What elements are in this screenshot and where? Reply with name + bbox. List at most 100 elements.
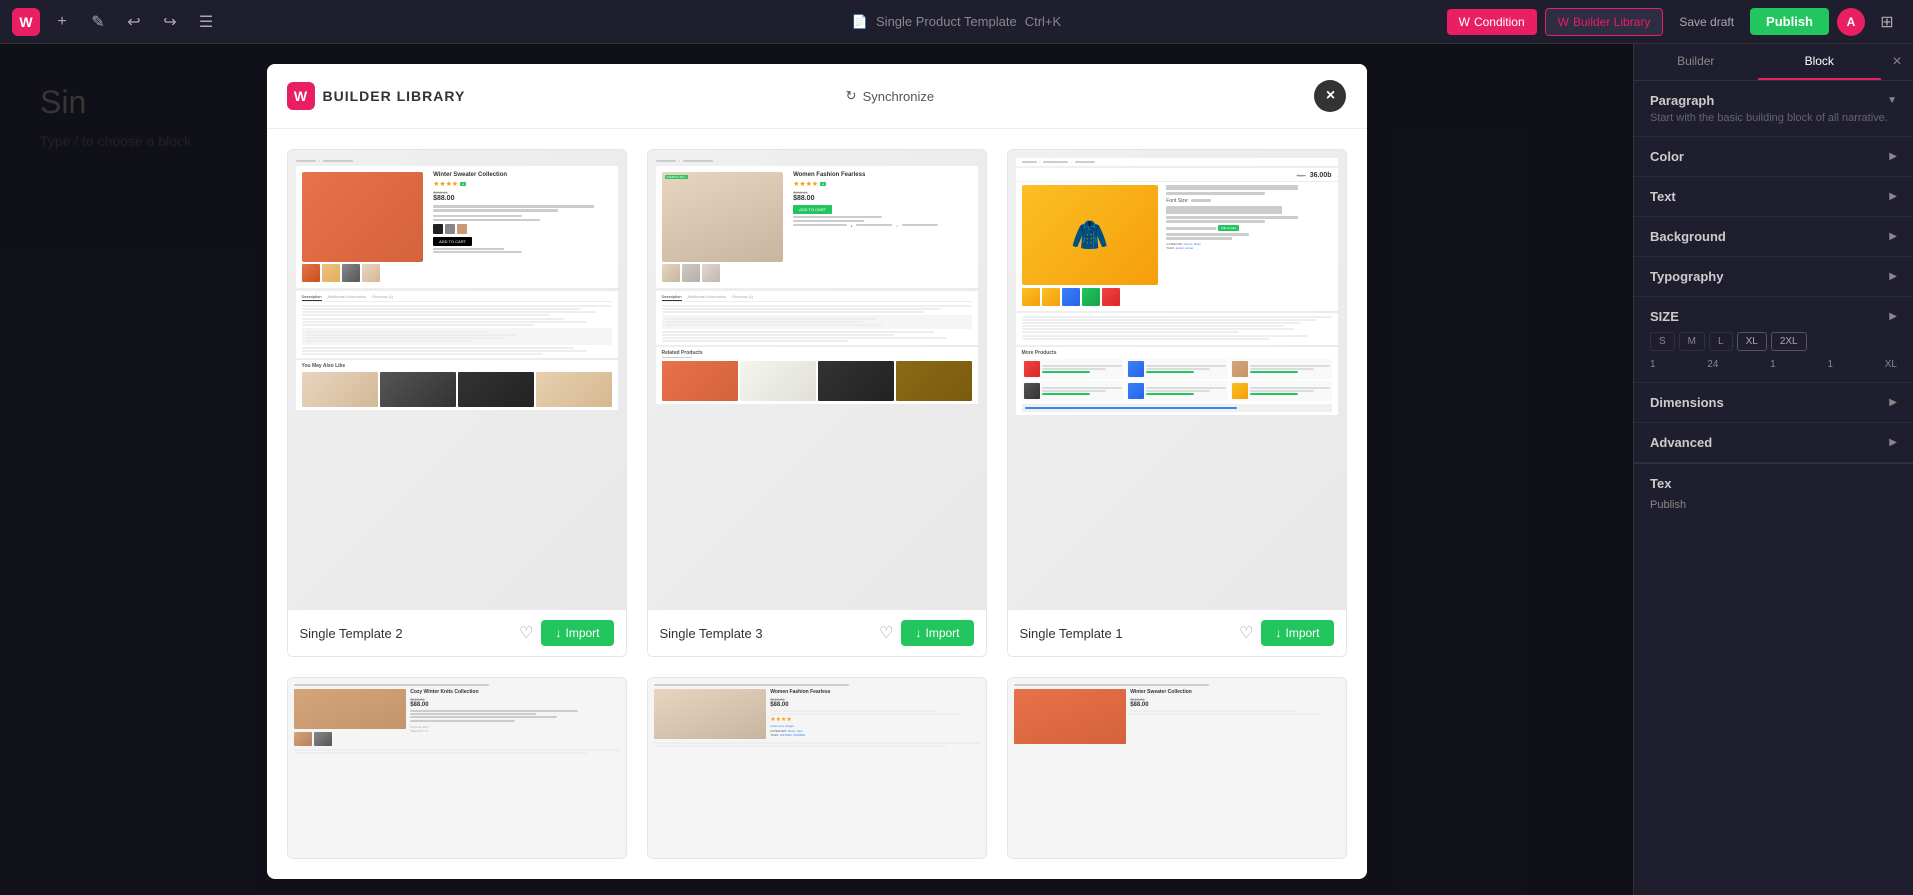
woo-icon-2: W: [1558, 15, 1569, 29]
background-title: Background: [1650, 229, 1726, 244]
dimensions-section-header[interactable]: Dimensions ▶: [1650, 395, 1897, 410]
template-footer-1: Single Template 1 ♡ ↓ Import: [1008, 610, 1346, 656]
sync-icon: ↻: [846, 88, 857, 104]
size-xl[interactable]: XL: [1737, 332, 1767, 351]
modal-logo: W BUILDER LIBRARY: [287, 82, 466, 110]
avatar[interactable]: A: [1837, 8, 1865, 36]
main-area: Sin Type / to choose a block W BUILDER L…: [0, 44, 1913, 895]
modal-body[interactable]: /: [267, 129, 1367, 879]
size-section: SIZE ▶ S M L XL 2XL 1 24 1 1 XL: [1634, 297, 1913, 383]
template-card-4: Cozy Winter Knits Collection $100.00 $88…: [287, 677, 627, 859]
dimensions-title: Dimensions: [1650, 395, 1724, 410]
text-title: Text: [1650, 189, 1676, 204]
size-2xl[interactable]: 2XL: [1771, 332, 1807, 351]
template-preview-4: Cozy Winter Knits Collection $100.00 $88…: [288, 678, 626, 858]
builder-library-button[interactable]: W Builder Library: [1545, 8, 1664, 36]
template-preview-mock-3: / SAMPLE SKU: [648, 150, 986, 610]
typography-section: Typography ▶: [1634, 257, 1913, 297]
modal-logo-text: BUILDER LIBRARY: [323, 88, 466, 104]
favorite-button-3[interactable]: ♡: [879, 623, 893, 643]
tex-content: Publish: [1650, 499, 1897, 511]
advanced-section-header[interactable]: Advanced ▶: [1650, 435, 1897, 450]
shortcut-badge: Ctrl+K: [1025, 14, 1061, 29]
template-footer-3: Single Template 3 ♡ ↓ Import: [648, 610, 986, 656]
redo-button[interactable]: ↪: [156, 8, 184, 36]
typography-section-header[interactable]: Typography ▶: [1650, 269, 1897, 284]
template-name-3: Single Template 3: [660, 626, 763, 641]
background-section-header[interactable]: Background ▶: [1650, 229, 1897, 244]
color-title: Color: [1650, 149, 1684, 164]
undo-button[interactable]: ↩: [120, 8, 148, 36]
builder-library-modal: W BUILDER LIBRARY ↻ Synchronize ×: [267, 64, 1367, 879]
advanced-expand-icon: ▶: [1889, 437, 1897, 448]
import-icon-2: ↓: [555, 626, 561, 640]
color-expand-icon: ▶: [1889, 151, 1897, 162]
size-section-header[interactable]: SIZE ▶: [1650, 309, 1897, 324]
publish-button[interactable]: Publish: [1750, 8, 1829, 35]
tex-title: Tex: [1650, 476, 1897, 491]
template-actions-2: ♡ ↓ Import: [519, 620, 613, 646]
woo-icon: W: [1459, 15, 1470, 29]
import-button-1[interactable]: ↓ Import: [1261, 620, 1333, 646]
import-button-2[interactable]: ↓ Import: [541, 620, 613, 646]
modal-logo-icon: W: [287, 82, 315, 110]
tab-block[interactable]: Block: [1758, 44, 1882, 80]
template-card-3: / SAMPLE SKU: [647, 149, 987, 657]
typography-title: Typography: [1650, 269, 1723, 284]
layout-toggle-icon[interactable]: ⊞: [1873, 8, 1901, 36]
template-preview-5: Women Fashion Fearless $100.00 $88.00 ★★…: [648, 678, 986, 858]
import-icon-1: ↓: [1275, 626, 1281, 640]
template-preview-2: /: [288, 150, 626, 610]
paragraph-title: Paragraph: [1650, 93, 1714, 108]
menu-icon[interactable]: ☰: [192, 8, 220, 36]
tex-section: Tex Publish: [1634, 463, 1913, 523]
template-card-1: / / Sale: 36.00b: [1007, 149, 1347, 657]
tab-builder[interactable]: Builder: [1634, 44, 1758, 80]
typography-expand-icon: ▶: [1889, 271, 1897, 282]
add-button[interactable]: +: [48, 8, 76, 36]
page-title: Single Product Template: [876, 14, 1017, 29]
save-draft-button[interactable]: Save draft: [1671, 9, 1742, 35]
favorite-button-2[interactable]: ♡: [519, 623, 533, 643]
template-name-2: Single Template 2: [300, 626, 403, 641]
template-card-2: /: [287, 149, 627, 657]
paragraph-description: Start with the basic building block of a…: [1650, 112, 1897, 124]
topbar-right: W Condition W Builder Library Save draft…: [1447, 8, 1901, 36]
import-icon-3: ↓: [915, 626, 921, 640]
template-preview-mock-2: /: [288, 150, 626, 610]
edit-icon[interactable]: ✎: [84, 8, 112, 36]
size-l[interactable]: L: [1709, 332, 1733, 351]
paragraph-expand-icon: ▼: [1887, 95, 1897, 106]
size-expand-icon: ▶: [1889, 311, 1897, 322]
sync-button[interactable]: ↻ Synchronize: [846, 88, 934, 104]
template-name-1: Single Template 1: [1020, 626, 1123, 641]
templates-grid: /: [287, 149, 1347, 859]
background-expand-icon: ▶: [1889, 231, 1897, 242]
app-logo: W: [12, 8, 40, 36]
size-title: SIZE: [1650, 309, 1679, 324]
size-s[interactable]: S: [1650, 332, 1675, 351]
advanced-title: Advanced: [1650, 435, 1712, 450]
condition-button[interactable]: W Condition: [1447, 9, 1537, 35]
template-actions-1: ♡ ↓ Import: [1239, 620, 1333, 646]
modal-header: W BUILDER LIBRARY ↻ Synchronize ×: [267, 64, 1367, 129]
size-content: S M L XL 2XL 1 24 1 1 XL: [1650, 332, 1897, 370]
topbar-center: 📄 Single Product Template Ctrl+K: [852, 14, 1061, 30]
text-section-header[interactable]: Text ▶: [1650, 189, 1897, 204]
template-card-5: Women Fashion Fearless $100.00 $88.00 ★★…: [647, 677, 987, 859]
template-preview-1: / / Sale: 36.00b: [1008, 150, 1346, 610]
page-icon: 📄: [852, 14, 868, 30]
dimensions-expand-icon: ▶: [1889, 397, 1897, 408]
paragraph-section-header[interactable]: Paragraph ▼: [1650, 93, 1897, 108]
favorite-button-1[interactable]: ♡: [1239, 623, 1253, 643]
import-button-3[interactable]: ↓ Import: [901, 620, 973, 646]
right-panel-tabs: Builder Block ×: [1634, 44, 1913, 81]
color-section: Color ▶: [1634, 137, 1913, 177]
text-section: Text ▶: [1634, 177, 1913, 217]
size-m[interactable]: M: [1679, 332, 1705, 351]
template-preview-6: Winter Sweater Collection $100.00 $88.00: [1008, 678, 1346, 858]
color-section-header[interactable]: Color ▶: [1650, 149, 1897, 164]
modal-close-button[interactable]: ×: [1314, 80, 1346, 112]
right-panel-close-button[interactable]: ×: [1881, 44, 1913, 80]
canvas-area[interactable]: Sin Type / to choose a block W BUILDER L…: [0, 44, 1633, 895]
